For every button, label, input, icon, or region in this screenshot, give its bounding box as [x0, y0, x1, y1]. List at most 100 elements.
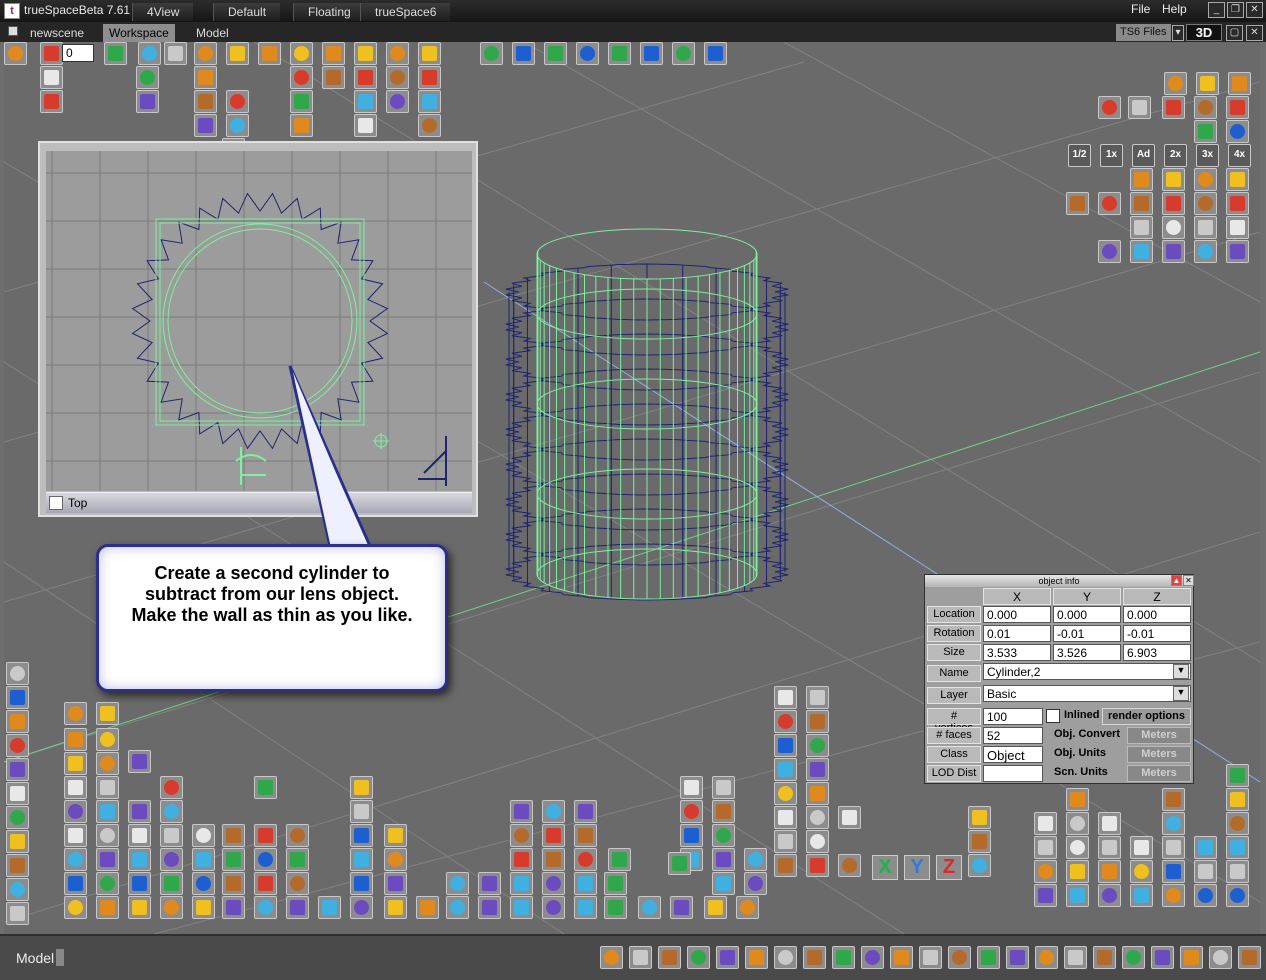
library-button[interactable] [1194, 884, 1217, 907]
library-button[interactable] [542, 824, 565, 847]
render-button[interactable] [1194, 216, 1217, 239]
side-tool-button[interactable] [6, 734, 29, 757]
status-button[interactable] [1093, 946, 1116, 969]
view-tab-floating[interactable]: Floating [293, 3, 365, 21]
status-button[interactable] [832, 946, 855, 969]
status-button[interactable] [890, 946, 913, 969]
library-button[interactable] [774, 806, 797, 829]
axis-z-button[interactable]: Z [936, 855, 962, 880]
library-button[interactable] [222, 872, 245, 895]
library-button[interactable] [64, 752, 87, 775]
library-button[interactable] [542, 896, 565, 919]
status-button[interactable] [600, 946, 623, 969]
render-button[interactable] [1128, 96, 1151, 119]
library-button[interactable] [254, 848, 277, 871]
library-button[interactable] [712, 776, 735, 799]
tool-button[interactable] [354, 66, 377, 89]
render-button[interactable] [1226, 216, 1249, 239]
library-button[interactable] [384, 824, 407, 847]
object-info-panel[interactable]: object info ▲ ✕ X Y Z Location 0.000 0.0… [924, 574, 1194, 784]
render-button[interactable] [1194, 96, 1217, 119]
render-button[interactable] [1066, 192, 1089, 215]
status-button[interactable] [1180, 946, 1203, 969]
library-button[interactable] [1226, 860, 1249, 883]
render-button[interactable] [1226, 120, 1249, 143]
render-button[interactable] [1226, 96, 1249, 119]
library-button[interactable] [64, 872, 87, 895]
render-button[interactable] [1226, 192, 1249, 215]
render-button[interactable] [1194, 168, 1217, 191]
library-button[interactable] [96, 800, 119, 823]
playback-button[interactable] [40, 42, 63, 65]
library-button[interactable] [1066, 836, 1089, 859]
status-button[interactable] [977, 946, 1000, 969]
library-button[interactable] [542, 872, 565, 895]
render-button[interactable] [1130, 240, 1153, 263]
tool-button[interactable] [194, 90, 217, 113]
render-button[interactable] [1196, 72, 1219, 95]
status-button[interactable] [774, 946, 797, 969]
library-button[interactable] [350, 776, 373, 799]
inlined-checkbox[interactable] [1046, 709, 1060, 723]
library-button[interactable] [1162, 884, 1185, 907]
library-button[interactable] [510, 800, 533, 823]
library-button[interactable] [222, 824, 245, 847]
side-tool-button[interactable] [6, 878, 29, 901]
library-button[interactable] [1098, 860, 1121, 883]
library-button[interactable] [286, 872, 309, 895]
render-button[interactable] [1130, 168, 1153, 191]
library-button[interactable] [128, 848, 151, 871]
tool-button[interactable] [290, 90, 313, 113]
location-z[interactable]: 0.000 [1123, 606, 1191, 623]
manipulator-button[interactable] [544, 42, 567, 65]
library-button[interactable] [968, 854, 991, 877]
top-view-window[interactable]: Top [38, 141, 478, 517]
scn-units-meters[interactable]: Meters [1127, 765, 1191, 782]
library-button[interactable] [638, 896, 661, 919]
library-button[interactable] [774, 758, 797, 781]
library-button[interactable] [1226, 788, 1249, 811]
library-button[interactable] [286, 824, 309, 847]
library-button[interactable] [510, 896, 533, 919]
library-button[interactable] [1226, 764, 1249, 787]
library-button[interactable] [446, 896, 469, 919]
library-button[interactable] [64, 824, 87, 847]
library-button[interactable] [160, 848, 183, 871]
library-button[interactable] [286, 896, 309, 919]
tool-button[interactable] [386, 90, 409, 113]
chevron-down-icon[interactable]: ▾ [1172, 25, 1184, 41]
library-button[interactable] [670, 896, 693, 919]
tab-workspace[interactable]: Workspace [103, 24, 175, 42]
library-button[interactable] [838, 806, 861, 829]
status-button[interactable] [1064, 946, 1087, 969]
layer-dropdown-icon[interactable]: ▼ [1173, 686, 1189, 701]
render-button[interactable] [1130, 216, 1153, 239]
library-button[interactable] [446, 872, 469, 895]
library-button[interactable] [254, 872, 277, 895]
library-button[interactable] [286, 848, 309, 871]
library-button[interactable] [96, 776, 119, 799]
library-button[interactable] [774, 710, 797, 733]
obj-units-meters[interactable]: Meters [1127, 746, 1191, 763]
library-button[interactable] [574, 824, 597, 847]
library-button[interactable] [1066, 788, 1089, 811]
restore-pane-icon[interactable]: ▢ [1226, 25, 1243, 41]
library-button[interactable] [608, 848, 631, 871]
tool-button[interactable] [354, 90, 377, 113]
library-button[interactable] [604, 896, 627, 919]
library-button[interactable] [160, 872, 183, 895]
rotation-y[interactable]: -0.01 [1053, 625, 1121, 642]
manipulator-button[interactable] [640, 42, 663, 65]
layer-field[interactable]: Basic [983, 685, 1191, 702]
tool-button[interactable] [226, 114, 249, 137]
library-button[interactable] [712, 848, 735, 871]
manipulator-button[interactable] [608, 42, 631, 65]
lod-field[interactable] [983, 765, 1043, 782]
library-button[interactable] [96, 752, 119, 775]
library-button[interactable] [774, 734, 797, 757]
tool-button[interactable] [418, 42, 441, 65]
status-button[interactable] [803, 946, 826, 969]
library-button[interactable] [1130, 884, 1153, 907]
side-tool-button[interactable] [6, 662, 29, 685]
obj-convert-meters[interactable]: Meters [1127, 727, 1191, 744]
